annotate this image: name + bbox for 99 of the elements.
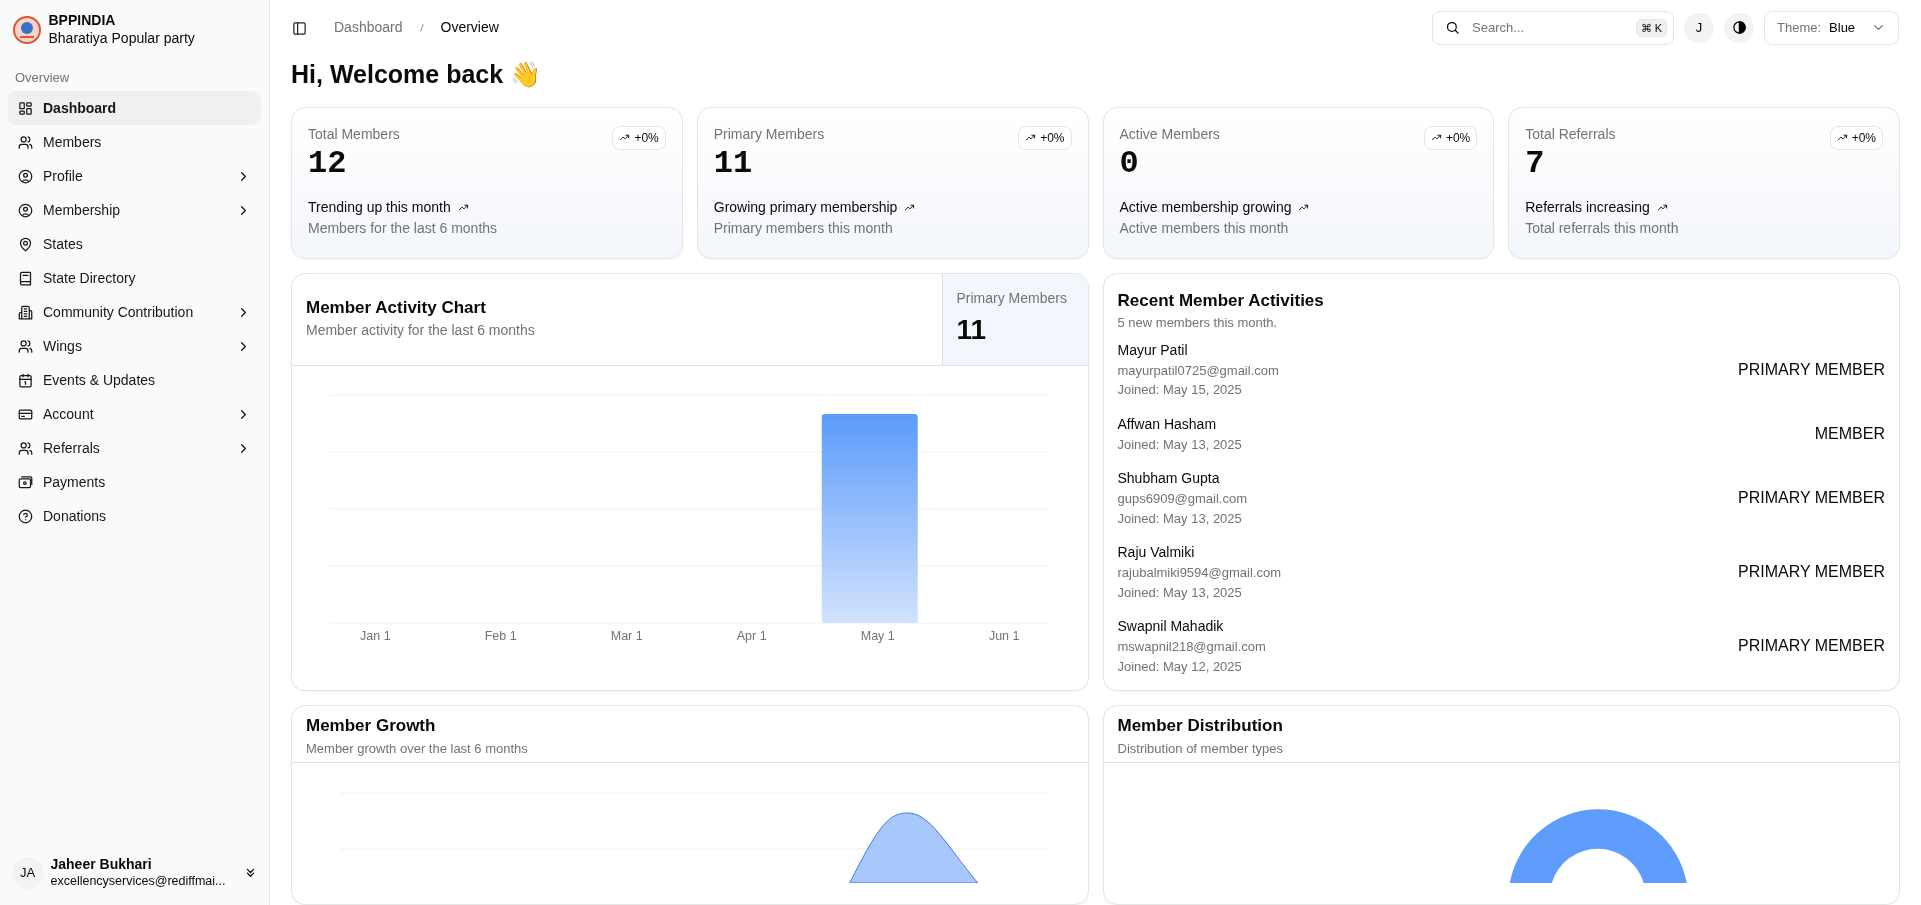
stat-trend: Growing primary membership: [713, 197, 898, 217]
contrast-icon: [1731, 20, 1747, 36]
stat-title: Active Members: [1119, 125, 1220, 142]
member-role: PRIMARY MEMBER: [1738, 488, 1885, 508]
page-heading: Hi, Welcome back 👋: [291, 59, 543, 89]
member-name: Raju Valmiki: [1117, 543, 1196, 562]
user-email: excellencyservices@rediffmai...: [50, 873, 227, 890]
member-role: PRIMARY MEMBER: [1738, 636, 1885, 656]
user-circle-icon: [18, 202, 33, 218]
breadcrumb-current: Overview: [440, 18, 499, 38]
card-subtitle: Member activity for the last 6 months: [306, 321, 536, 340]
stat-value: 12: [308, 144, 348, 183]
user-avatar: JA: [11, 856, 44, 889]
member-role: PRIMARY MEMBER: [1738, 562, 1885, 582]
axis-label: Jan 1: [360, 628, 391, 643]
stat-trend: Trending up this month: [308, 197, 451, 217]
theme-select[interactable]: Theme: Blue: [1764, 10, 1899, 45]
calendar-icon: [18, 372, 33, 388]
user-circle-icon: [18, 168, 33, 184]
stat-note: Primary members this month: [713, 218, 894, 238]
sidebar-item[interactable]: State Directory: [8, 261, 261, 295]
user-avatar-button[interactable]: J: [1684, 12, 1714, 43]
stat-trend: Referrals increasing: [1525, 197, 1650, 217]
brand-title: BPPINDIA: [48, 12, 117, 30]
axis-label: Mar 1: [610, 628, 643, 643]
change-badge: +0%: [612, 125, 666, 150]
party-logo-icon: [11, 14, 42, 45]
member-joined: Joined: May 13, 2025: [1117, 583, 1243, 602]
grid-icon: [18, 100, 33, 116]
users-icon: [18, 338, 33, 354]
axis-label: Feb 1: [484, 628, 517, 643]
stat-value: 0: [1119, 144, 1140, 183]
card-title: Recent Member Activities: [1117, 289, 1325, 312]
member-name: Shubham Gupta: [1117, 469, 1221, 488]
card-subtitle: Member growth over the last 6 months: [306, 739, 529, 758]
sidebar-item[interactable]: States: [8, 227, 261, 261]
member-name: Mayur Patil: [1117, 340, 1189, 360]
member-email: rajubalmiki9594@gmail.com: [1117, 564, 1282, 582]
card-title: Member Growth: [306, 715, 437, 737]
sidebar-item[interactable]: Account: [8, 397, 261, 431]
axis-label: Jun 1: [988, 628, 1020, 643]
map-pin-icon: [18, 236, 33, 252]
sidebar-item[interactable]: Profile: [8, 159, 261, 193]
breadcrumb-link[interactable]: Dashboard: [334, 17, 403, 39]
stat-title: Primary Members: [713, 125, 825, 142]
section-label: Overview: [14, 69, 71, 87]
brand-subtitle: Bharatiya Popular party: [48, 29, 195, 47]
member-role: MEMBER: [1814, 423, 1885, 444]
sidebar-item[interactable]: Membership: [8, 193, 261, 227]
wallet-icon: [18, 474, 33, 490]
member-email: gups6909@gmail.com: [1117, 490, 1249, 508]
help-circle-icon: [18, 508, 33, 524]
user-name: Jaheer Bukhari: [50, 856, 153, 874]
search-icon: [1445, 20, 1460, 36]
sidebar-item[interactable]: Events & Updates: [8, 363, 261, 397]
card-subtitle: Distribution of member types: [1117, 739, 1284, 758]
stat-value: 7: [1525, 144, 1546, 183]
book-icon: [18, 270, 33, 286]
member-name: Swapnil Mahadik: [1117, 617, 1225, 636]
users-icon: [18, 440, 33, 456]
sidebar-item[interactable]: Members: [8, 125, 261, 159]
axis-label: May 1: [860, 628, 895, 643]
member-joined: Joined: May 13, 2025: [1117, 435, 1243, 454]
stat-value: 11: [713, 144, 754, 183]
sidebar-item[interactable]: Wings: [8, 329, 261, 363]
card-subtitle: 5 new members this month.: [1117, 314, 1279, 332]
stat-note: Total referrals this month: [1525, 218, 1680, 238]
member-email: mayurpatil0725@gmail.com: [1117, 361, 1280, 380]
stat-title: Total Referrals: [1525, 125, 1616, 142]
theme-toggle-button[interactable]: [1724, 12, 1754, 43]
member-joined: Joined: May 13, 2025: [1117, 509, 1243, 528]
search-box[interactable]: Search... ⌘ K: [1432, 10, 1674, 45]
sidebar-item[interactable]: Donations: [8, 499, 261, 533]
member-email: mswapnil218@gmail.com: [1117, 638, 1267, 656]
sidebar-item[interactable]: Payments: [8, 465, 261, 499]
sidebar-item[interactable]: Referrals: [8, 431, 261, 465]
sidebar-item[interactable]: Community Contribution: [8, 295, 261, 329]
member-joined: Joined: May 15, 2025: [1117, 381, 1243, 399]
sidebar-item[interactable]: Dashboard: [8, 91, 261, 125]
panel-icon: [291, 21, 307, 37]
stat-value: 11: [956, 312, 988, 347]
users-icon: [18, 134, 33, 150]
stat-title: Total Members: [308, 125, 400, 142]
credit-card-icon: [18, 406, 33, 422]
member-name: Affwan Hasham: [1117, 414, 1218, 434]
change-badge: +0%: [1829, 125, 1883, 150]
card-title: Member Activity Chart: [306, 296, 487, 319]
member-role: PRIMARY MEMBER: [1738, 359, 1885, 380]
member-joined: Joined: May 12, 2025: [1117, 657, 1243, 676]
stat-label: Primary Members: [956, 288, 1068, 308]
stat-trend: Active membership growing: [1119, 197, 1292, 217]
building-icon: [18, 304, 33, 320]
axis-label: Apr 1: [736, 628, 767, 643]
change-badge: +0%: [1018, 125, 1072, 150]
stat-note: Active members this month: [1119, 218, 1290, 238]
change-badge: +0%: [1423, 125, 1478, 150]
shortcut-key: ⌘ K: [1635, 18, 1667, 37]
card-title: Member Distribution: [1117, 715, 1284, 737]
stat-note: Members for the last 6 months: [308, 218, 499, 238]
